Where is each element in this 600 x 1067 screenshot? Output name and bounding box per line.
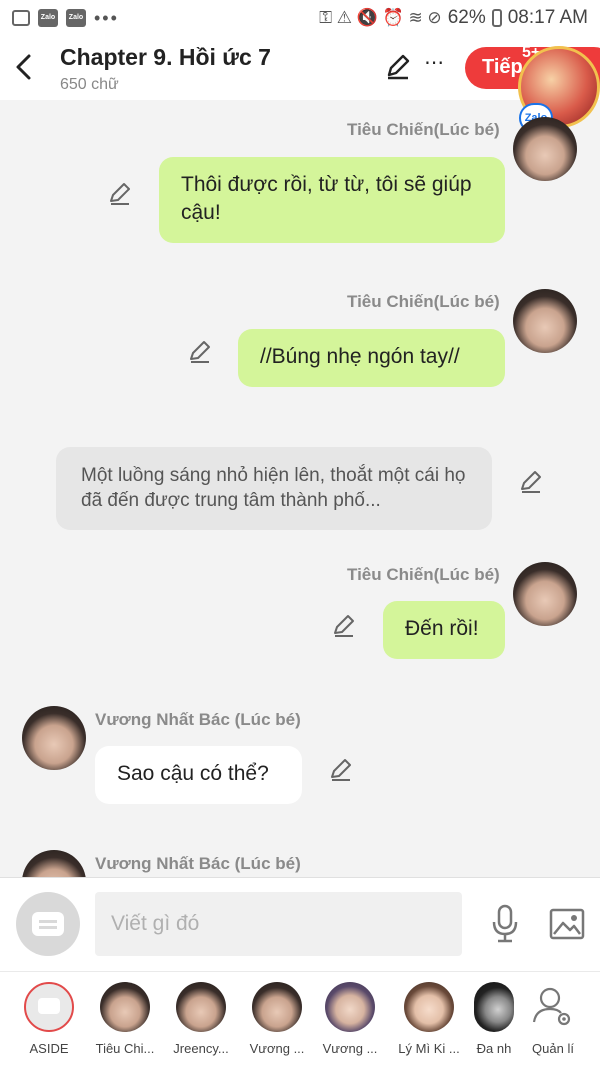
pencil-icon[interactable] [328, 756, 354, 782]
gallery-notification-icon [12, 10, 30, 26]
character-label: Vương ... [249, 1041, 305, 1056]
message-bubble[interactable]: Thôi được rồi, từ từ, tôi sẽ giúp cậu! [159, 157, 505, 243]
character-label: Lý Mì Ki ... [398, 1041, 460, 1056]
speaker-name: Tiêu Chiến(Lúc bé) [347, 120, 500, 139]
avatar [252, 982, 302, 1032]
character-bar: ASIDE Tiêu Chi... Jreency... Vương ... V… [0, 971, 600, 1067]
chapter-title: Chapter 9. Hồi ức 7 [60, 44, 271, 70]
image-icon[interactable] [549, 908, 585, 940]
pencil-icon[interactable] [518, 468, 544, 494]
message-bubble[interactable]: Đến rồi! [383, 601, 505, 659]
avatar[interactable] [513, 117, 577, 181]
speaker-name: Vương Nhất Bác (Lúc bé) [95, 854, 301, 873]
aside-icon [24, 982, 74, 1032]
speaker-name: Vương Nhất Bác (Lúc bé) [95, 710, 301, 729]
battery-icon [491, 9, 502, 27]
character-aside[interactable]: ASIDE [13, 982, 85, 1056]
more-icon[interactable]: ⋯ [424, 50, 445, 75]
more-notifications-icon: ••• [94, 7, 119, 28]
character-label: Đa nh [476, 1041, 512, 1056]
narration-bubble[interactable]: Một luồng sáng nhỏ hiện lên, thoắt một c… [56, 447, 492, 530]
character-item[interactable]: Đa nh [466, 982, 522, 1056]
chapter-header: Chapter 9. Hồi ức 7 650 chữ ⋯ Tiếp 5+ [0, 36, 600, 100]
character-item[interactable]: Vương ... [314, 982, 386, 1056]
message-input[interactable] [95, 892, 462, 956]
message-bubble[interactable]: Sao cậu có thể? [95, 746, 302, 804]
character-item[interactable]: Tiêu Chi... [89, 982, 161, 1056]
system-icons: ⚿ ⚠ 🔇 ⏰ ≋ ⊘ [319, 8, 442, 27]
character-item[interactable]: Vương ... [241, 982, 313, 1056]
character-item[interactable]: Jreency... [165, 982, 237, 1056]
status-bar: Zalo Zalo ••• ⚿ ⚠ 🔇 ⏰ ≋ ⊘ 62% 08:17 AM [0, 0, 600, 36]
avatar[interactable] [513, 562, 577, 626]
back-arrow-icon[interactable] [10, 50, 38, 84]
manage-user-icon [528, 982, 578, 1032]
battery-percent: 62% [447, 7, 486, 28]
next-chapter-label: Tiếp [482, 56, 523, 78]
avatar [474, 982, 514, 1032]
clock: 08:17 AM [507, 7, 588, 28]
word-count: 650 chữ [60, 76, 119, 93]
composer [0, 877, 600, 971]
speaker-name: Tiêu Chiến(Lúc bé) [347, 292, 500, 311]
character-label: Quản lí [532, 1041, 574, 1056]
avatar [100, 982, 150, 1032]
speaker-name: Tiêu Chiến(Lúc bé) [347, 565, 500, 584]
zalo-notification-icon: Zalo [66, 9, 86, 27]
avatar [176, 982, 226, 1032]
pencil-icon[interactable] [384, 52, 412, 80]
character-label: Jreency... [173, 1041, 229, 1056]
avatar [404, 982, 454, 1032]
pencil-icon[interactable] [107, 180, 133, 206]
avatar[interactable] [513, 289, 577, 353]
character-item[interactable]: Lý Mì Ki ... [393, 982, 465, 1056]
message-bubble[interactable]: //Búng nhẹ ngón tay// [238, 329, 505, 387]
character-label: Vương ... [322, 1041, 378, 1056]
pencil-icon[interactable] [331, 612, 357, 638]
avatar[interactable] [22, 706, 86, 770]
keyboard-icon[interactable] [16, 892, 80, 956]
character-label: ASIDE [29, 1041, 69, 1056]
zalo-notification-icon: Zalo [38, 9, 58, 27]
pencil-icon[interactable] [187, 338, 213, 364]
character-label: Tiêu Chi... [95, 1041, 155, 1056]
manage-characters-button[interactable]: Quản lí [517, 982, 589, 1056]
microphone-icon[interactable] [490, 904, 520, 944]
avatar [325, 982, 375, 1032]
